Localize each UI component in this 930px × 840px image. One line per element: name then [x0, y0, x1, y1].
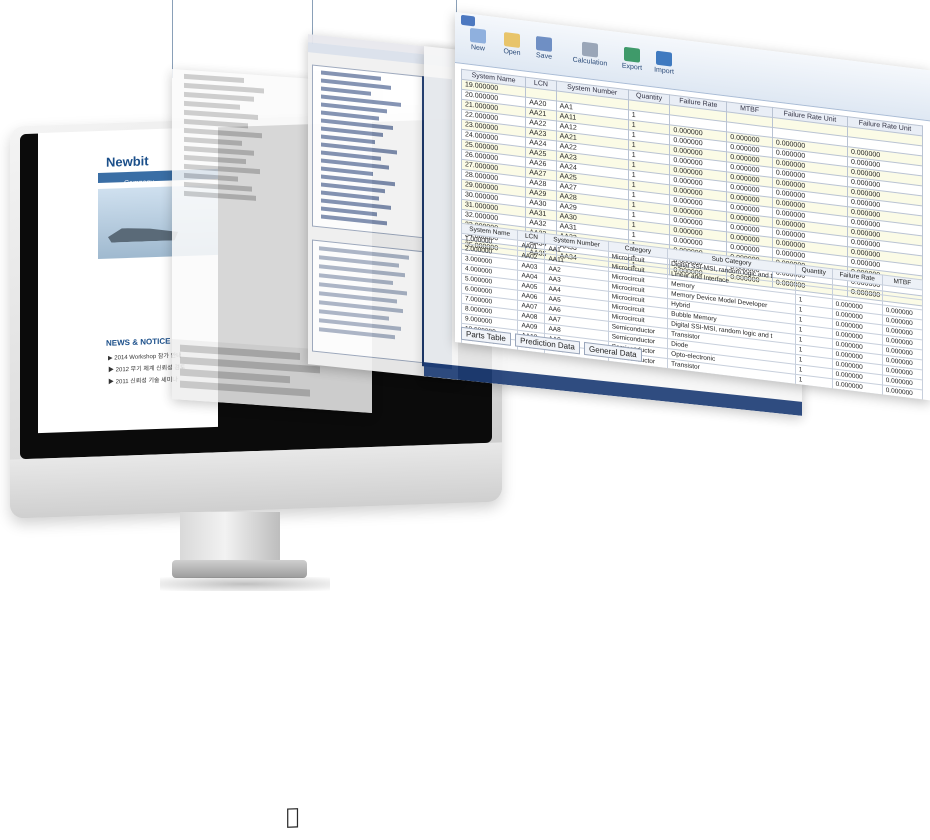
imac-stand-base — [172, 560, 307, 578]
tree-node[interactable] — [184, 154, 246, 165]
save-label: Save — [536, 51, 552, 61]
new-icon — [470, 27, 486, 44]
tree-node[interactable] — [184, 100, 240, 110]
form-field[interactable] — [180, 380, 310, 397]
properties-panel — [312, 239, 424, 364]
site-logo: Newbit — [106, 153, 149, 170]
tree-node[interactable] — [184, 73, 244, 84]
import-icon — [656, 50, 672, 67]
calculation-label: Calculation — [572, 56, 608, 68]
open-button[interactable]: Open — [495, 31, 529, 58]
tree-node[interactable] — [184, 181, 252, 192]
tree-node[interactable] — [184, 163, 260, 175]
news-title: NEWS & NOTICE — [106, 336, 171, 348]
solution-item[interactable] — [321, 214, 387, 226]
tree-node[interactable] — [184, 190, 256, 201]
calculator-icon — [582, 41, 598, 58]
export-icon — [624, 46, 640, 63]
save-icon — [536, 35, 552, 52]
solution-explorer — [312, 64, 424, 239]
reliability-app-window: New Open Save Calculation Export Import … — [455, 12, 930, 401]
stand-shadow — [160, 577, 330, 591]
open-label: Open — [503, 47, 521, 58]
save-button[interactable]: Save — [527, 35, 561, 62]
imac-stand-neck — [180, 512, 280, 567]
hanger-line — [172, 0, 173, 78]
tree-node[interactable] — [184, 136, 242, 146]
new-button[interactable]: New — [461, 27, 495, 54]
news-item: ▶ 2014 Workshop 참가 안내 — [108, 353, 182, 362]
apple-logo-icon:  — [286, 804, 299, 829]
export-button[interactable]: Export — [615, 46, 649, 73]
tree-node[interactable] — [184, 118, 248, 129]
tree-node[interactable] — [184, 91, 254, 102]
new-label: New — [470, 43, 485, 53]
tree-node[interactable] — [184, 109, 258, 121]
import-button[interactable]: Import — [647, 50, 681, 77]
import-label: Import — [654, 66, 674, 76]
open-icon — [504, 32, 520, 48]
news-item: ▶ 2011 신뢰성 기술 세미나 — [108, 377, 178, 386]
app-icon[interactable] — [461, 14, 475, 27]
site-nav-label: Company — [124, 179, 154, 188]
export-label: Export — [621, 62, 643, 72]
tree-node[interactable] — [184, 145, 254, 156]
calculation-button[interactable]: Calculation — [565, 40, 615, 69]
tree-node[interactable] — [184, 172, 238, 182]
